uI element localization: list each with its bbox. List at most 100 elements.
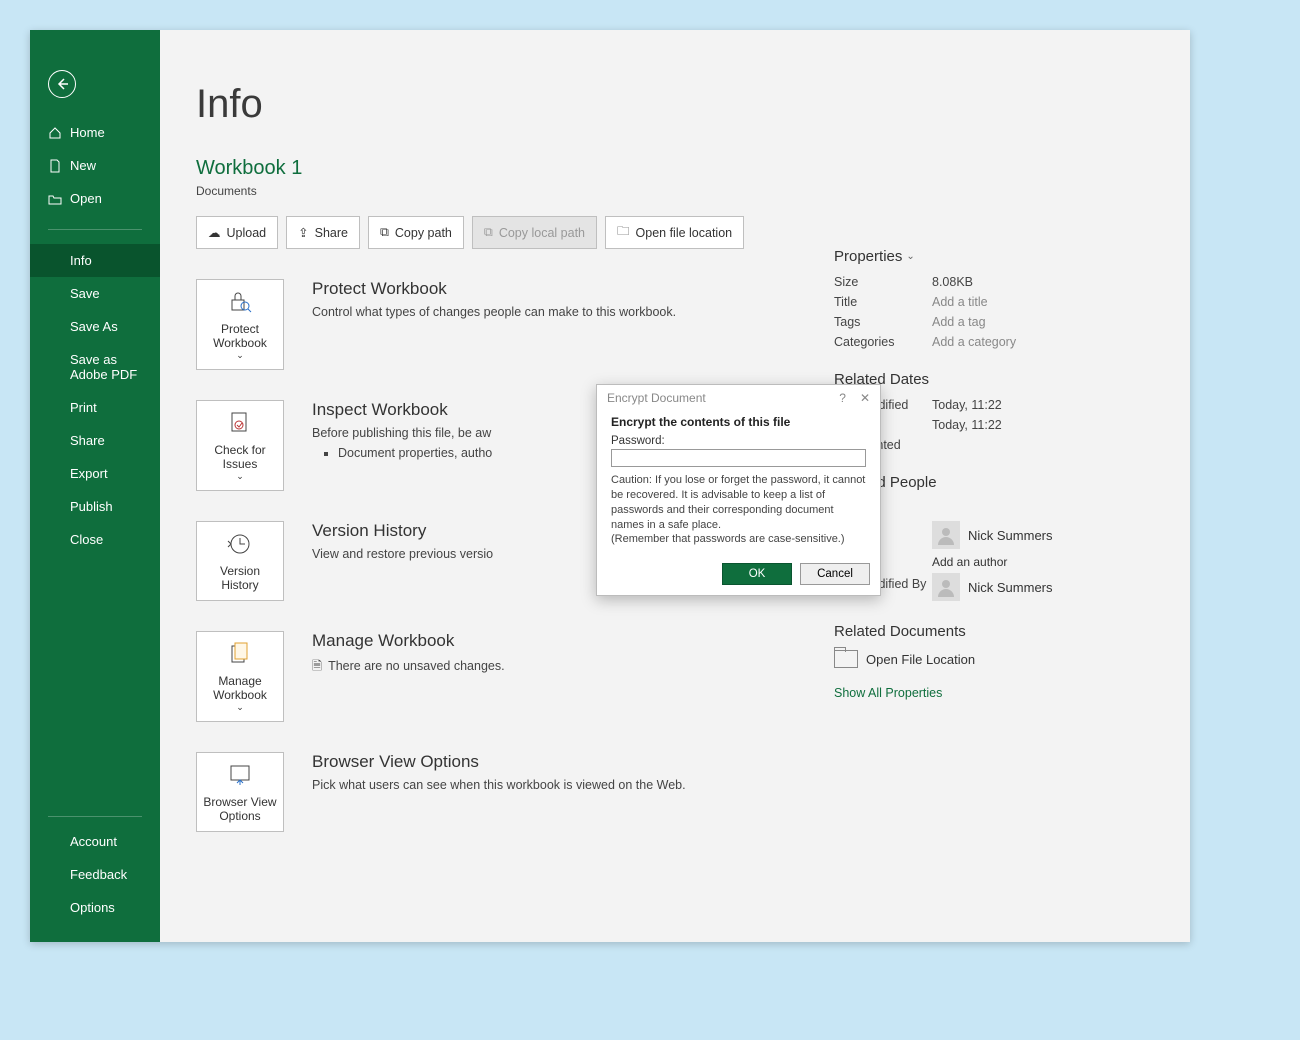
document-stack-icon [226,640,254,668]
related-documents-heading: Related Documents [834,623,1154,640]
btn-label: Open file location [636,226,733,240]
person-avatar-icon [932,521,960,549]
sidebar-label: Info [70,253,92,268]
ok-button[interactable]: OK [722,563,792,585]
sidebar-item-share[interactable]: Share [30,424,160,457]
sidebar-item-publish[interactable]: Publish [30,490,160,523]
sidebar-label: Print [70,400,97,415]
open-file-location-button[interactable]: 🗀 Open file location [605,216,744,249]
last-modified-by-row: Nick Summers [932,573,1154,601]
remember-text: (Remember that passwords are case-sensit… [611,532,866,547]
help-icon[interactable]: ? [839,391,846,405]
password-input[interactable] [611,449,866,467]
document-name: Workbook 1 [196,157,1154,180]
sidebar-item-account[interactable]: Account [30,825,160,858]
sidebar-label: Export [70,466,108,481]
prop-value: 8.08KB [932,275,973,289]
version-history-button[interactable]: Version History [196,521,284,601]
chevron-down-icon: ⌄ [236,350,244,361]
sidebar-item-saveas[interactable]: Save As [30,310,160,343]
section-title: Inspect Workbook [312,400,492,420]
section-desc: Control what types of changes people can… [312,305,676,319]
upload-button[interactable]: ☁ Upload [196,216,278,249]
sidebar-item-print[interactable]: Print [30,391,160,424]
link-icon: ⧉ [380,225,389,240]
properties-heading[interactable]: Properties⌄ [834,248,1154,265]
prop-key: Tags [834,315,932,329]
sidebar-separator [48,229,142,230]
sidebar-item-export[interactable]: Export [30,457,160,490]
protect-workbook-button[interactable]: Protect Workbook ⌄ [196,279,284,370]
prop-value-tags[interactable]: Add a tag [932,315,986,329]
folder-open-icon [48,192,62,206]
section-body: Manage Workbook 🗎There are no unsaved ch… [312,631,505,722]
sidebar-separator [48,816,142,817]
sidebar-label: Account [70,834,117,849]
cloud-up-icon: ☁ [208,225,221,240]
section-desc: Before publishing this file, be aw [312,426,492,440]
section-body: Protect Workbook Control what types of c… [312,279,676,370]
dialog-heading: Encrypt the contents of this file [611,415,866,429]
manage-workbook-button[interactable]: Manage Workbook ⌄ [196,631,284,722]
related-dates-heading: Related Dates [834,371,1154,388]
document-location: Documents [196,184,1154,198]
btn-label: Copy local path [499,226,585,240]
btn-label: Browser View Options [201,795,279,823]
share-button[interactable]: ⇪ Share [286,216,360,249]
browser-view-options-button[interactable]: Browser View Options [196,752,284,832]
history-icon [226,530,254,558]
sidebar-item-open[interactable]: Open [30,182,160,215]
author-row: Nick Summers [932,521,1154,549]
sidebar-item-new[interactable]: New [30,149,160,182]
open-file-location-link[interactable]: Open File Location [834,650,1154,668]
folder-icon: 🗀 [617,222,630,243]
close-icon[interactable]: ✕ [860,391,870,405]
last-modified-by-name: Nick Summers [968,580,1053,595]
backstage-sidebar: Home New Open Info Save Save As Save as … [30,30,160,942]
back-button[interactable] [48,70,76,98]
caution-text: Caution: If you lose or forget the passw… [611,473,866,532]
btn-label: Share [315,226,348,240]
add-author-link[interactable]: Add an author [932,555,1007,569]
section-body: Inspect Workbook Before publishing this … [312,400,492,491]
sidebar-label: Feedback [70,867,127,882]
sidebar-item-info[interactable]: Info [30,244,160,277]
lock-magnify-icon [226,288,254,316]
sidebar-label: Options [70,900,115,915]
sidebar-label: Save As [70,319,118,334]
sidebar-item-feedback[interactable]: Feedback [30,858,160,891]
share-icon: ⇪ [298,225,308,240]
section-title: Version History [312,521,493,541]
chevron-down-icon: ⌄ [236,702,244,713]
related-people-heading: Related People [834,474,1154,491]
sidebar-item-save[interactable]: Save [30,277,160,310]
sidebar-label: Close [70,532,103,547]
prop-value-title[interactable]: Add a title [932,295,988,309]
prop-value-categories[interactable]: Add a category [932,335,1016,349]
document-icon: 🗎 [312,659,322,673]
sidebar-label: Open [70,191,102,206]
prop-key: Title [834,295,932,309]
prop-value: Today, 11:22 [932,418,1002,432]
prop-key: Categories [834,335,932,349]
info-panel: Info Workbook 1 Documents ☁ Upload ⇪ Sha… [160,30,1190,942]
sidebar-item-home[interactable]: Home [30,116,160,149]
sidebar-label: New [70,158,96,173]
browser-arrow-icon [226,761,254,789]
show-all-properties-link[interactable]: Show All Properties [834,686,1154,700]
section-desc: 🗎There are no unsaved changes. [312,657,505,678]
btn-label: Manage Workbook [201,674,279,702]
copy-path-button[interactable]: ⧉ Copy path [368,216,464,249]
check-for-issues-button[interactable]: Check for Issues ⌄ [196,400,284,491]
sidebar-item-close[interactable]: Close [30,523,160,556]
section-title: Manage Workbook [312,631,505,651]
sidebar-item-savepdf[interactable]: Save as Adobe PDF [30,343,160,391]
link-label: Open File Location [866,652,975,667]
section-title: Protect Workbook [312,279,676,299]
sidebar-item-options[interactable]: Options [30,891,160,924]
btn-label: Version History [201,564,279,592]
cancel-button[interactable]: Cancel [800,563,870,585]
btn-label: Check for Issues [201,443,279,471]
link-icon: ⧉ [484,225,493,240]
encrypt-document-dialog: Encrypt Document ? ✕ Encrypt the content… [596,384,881,596]
